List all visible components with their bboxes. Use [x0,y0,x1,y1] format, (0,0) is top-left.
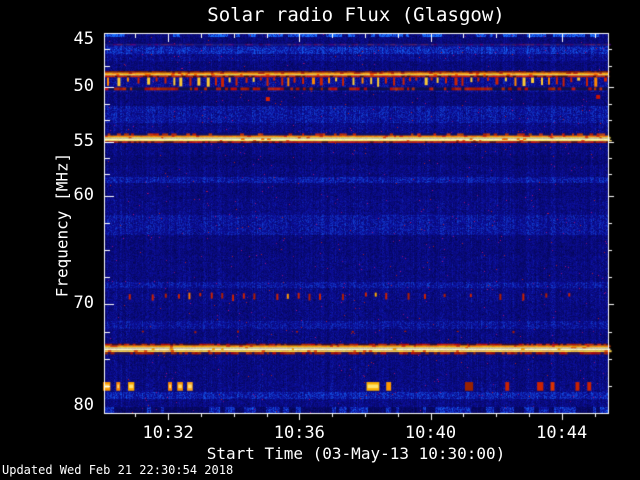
updated-timestamp: Updated Wed Feb 21 22:30:54 2018 [2,463,234,477]
x-tick-label: 10:32 [142,423,194,443]
x-axis-title: Start Time (03-May-13 10:30:00) [206,444,506,463]
x-tick-label: 10:44 [536,423,588,443]
solar-radio-flux-spectrogram: Solar radio Flux (Glasgow) Frequency [MH… [0,0,640,480]
x-tick-label: 10:40 [404,423,457,443]
x-tick-label: 10:36 [273,423,325,443]
x-axis-tick-labels: 10:32 10:36 10:40 10:44 [0,0,640,480]
